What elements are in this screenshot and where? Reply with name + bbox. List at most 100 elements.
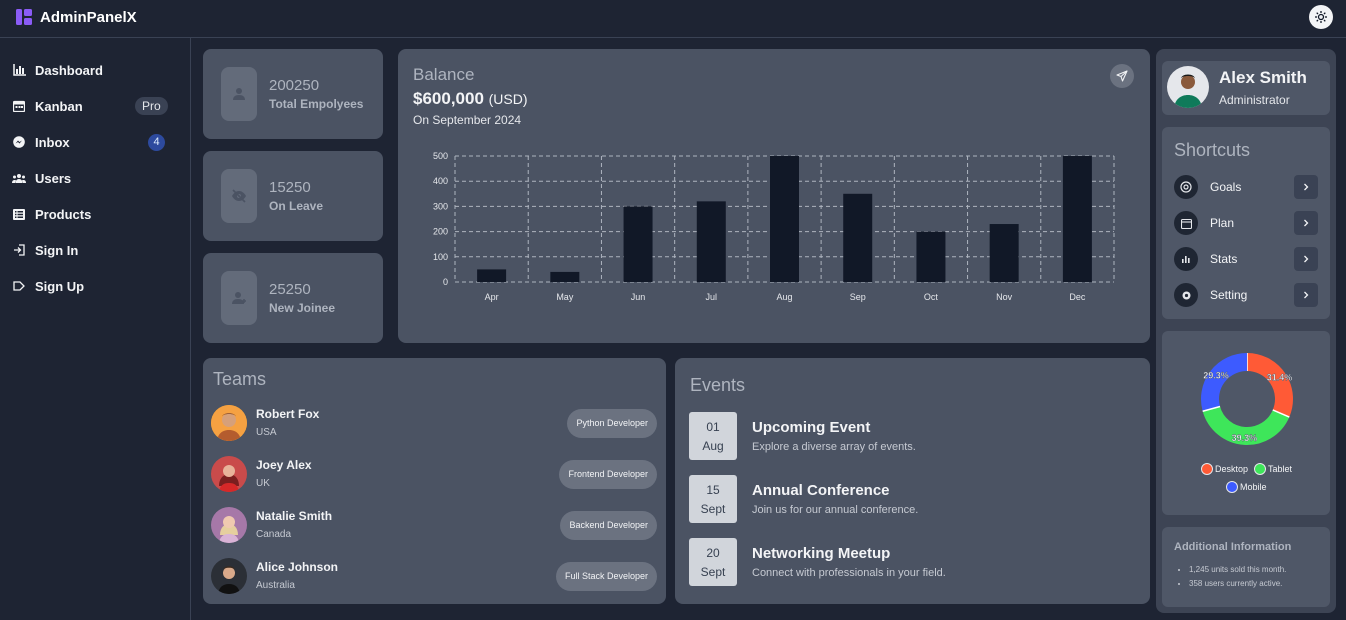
legend-dot (1254, 463, 1266, 475)
sidebar-item-sign-in[interactable]: Sign In (12, 239, 172, 261)
team-member-row[interactable]: Robert Fox USA Python Developer (211, 405, 657, 445)
role-pill[interactable]: Frontend Developer (559, 460, 657, 489)
x-tick-label: Jun (631, 292, 646, 302)
events-card: Events 01 Aug Upcoming Event Explore a d… (675, 358, 1150, 604)
bar-nov[interactable] (989, 224, 1019, 282)
event-item[interactable]: 01 Aug Upcoming Event Explore a diverse … (689, 412, 1129, 462)
pro-badge: Pro (135, 97, 168, 115)
bar-aug[interactable] (770, 156, 799, 282)
event-title: Networking Meetup (752, 545, 891, 562)
chevron-right-icon[interactable] (1294, 211, 1318, 235)
team-member-row[interactable]: Natalie Smith Canada Backend Developer (211, 507, 657, 547)
x-tick-label: Jul (706, 292, 718, 302)
sidebar-item-inbox[interactable]: Inbox 4 (12, 131, 172, 153)
role-pill[interactable]: Full Stack Developer (555, 562, 657, 591)
event-title: Annual Conference (752, 482, 890, 499)
sidebar-item-label: Sign In (35, 242, 79, 258)
event-item[interactable]: 20 Sept Networking Meetup Connect with p… (689, 538, 1129, 588)
chevron-right-icon[interactable] (1294, 175, 1318, 199)
info-title: Additional Information (1174, 541, 1292, 553)
team-member-location: UK (256, 478, 270, 489)
device-donut-card: 31.4% 39.3% 29.3% Desktop Tablet Mobile (1162, 331, 1330, 515)
bar-sep[interactable] (843, 193, 873, 282)
calendar-icon (1174, 211, 1198, 235)
event-day: 20 (706, 546, 720, 560)
stat-card-new-joinee: 25250 New Joinee (203, 253, 383, 343)
messenger-icon (12, 135, 26, 149)
sidebar-item-sign-up[interactable]: Sign Up (12, 275, 172, 297)
y-tick-label: 200 (433, 227, 448, 237)
info-list: 1,245 units sold this month. 358 users c… (1189, 563, 1286, 591)
x-tick-label: May (556, 292, 574, 302)
team-member-row[interactable]: Joey Alex UK Frontend Developer (211, 456, 657, 496)
legend-tablet: Tablet (1254, 463, 1292, 475)
bar-jul[interactable] (696, 201, 726, 282)
shortcut-label: Goals (1210, 180, 1242, 194)
event-month: Sept (700, 502, 726, 516)
team-member-location: USA (256, 427, 277, 438)
shortcut-label: Stats (1210, 252, 1238, 266)
event-description: Join us for our annual conference. (752, 504, 919, 516)
x-tick-label: Apr (485, 292, 499, 302)
avatar (211, 405, 247, 441)
event-item[interactable]: 15 Sept Annual Conference Join us for ou… (689, 475, 1129, 525)
bar-may[interactable] (550, 271, 580, 282)
y-tick-label: 300 (433, 201, 448, 211)
legend-desktop: Desktop (1201, 463, 1248, 475)
avatar (211, 507, 247, 543)
avatar (211, 558, 247, 594)
teams-title: Teams (213, 369, 267, 389)
stat-card-on-leave: 15250 On Leave (203, 151, 383, 241)
x-tick-label: Oct (924, 292, 939, 302)
sidebar-item-kanban[interactable]: Kanban Pro (12, 95, 172, 117)
additional-info-card: Additional Information 1,245 units sold … (1162, 527, 1330, 607)
role-pill[interactable]: Backend Developer (560, 511, 657, 540)
sidebar-item-products[interactable]: Products (12, 203, 172, 225)
chevron-right-icon[interactable] (1294, 283, 1318, 307)
balance-bar-chart: 0 100 200 300 400 500 Apr May Jun Jul Aug Sep Oct Nov… (433, 151, 1115, 302)
shortcuts-title: Shortcuts (1174, 140, 1251, 160)
stat-label: On Leave (269, 199, 324, 213)
donut-slice-mobile[interactable] (1201, 353, 1248, 412)
bar-apr[interactable] (477, 269, 507, 282)
role-pill[interactable]: Python Developer (567, 409, 657, 438)
x-tick-label: Aug (776, 292, 792, 302)
profile-card[interactable]: Alex Smith Administrator (1162, 61, 1330, 115)
legend-dot (1226, 481, 1238, 493)
sidebar-item-label: Users (35, 170, 72, 186)
sidebar-item-users[interactable]: Users (12, 167, 172, 189)
event-day: 15 (706, 483, 720, 497)
profile-avatar (1167, 66, 1209, 108)
x-tick-label: Nov (996, 292, 1013, 302)
shortcut-setting[interactable]: Setting (1174, 283, 1318, 307)
team-member-row[interactable]: Alice Johnson Australia Full Stack Devel… (211, 558, 657, 598)
donut-label: 29.3% (1203, 370, 1229, 380)
bar-dec[interactable] (1062, 156, 1092, 282)
donut-slice-desktop[interactable] (1246, 353, 1293, 417)
y-tick-label: 100 (433, 252, 448, 262)
sun-icon (1315, 11, 1327, 23)
bar-jun[interactable] (623, 206, 653, 282)
shortcut-goals[interactable]: Goals (1174, 175, 1318, 199)
brand-name[interactable]: AdminPanelX (40, 9, 137, 26)
theme-toggle-button[interactable] (1309, 5, 1333, 29)
list-icon (12, 207, 26, 221)
sidebar-item-label: Products (35, 206, 92, 222)
event-month: Sept (700, 565, 726, 579)
teams-card: Teams Robert Fox USA Python Developer Jo… (203, 358, 666, 604)
shortcut-stats[interactable]: Stats (1174, 247, 1318, 271)
gear-icon (1174, 283, 1198, 307)
event-day: 01 (706, 420, 720, 434)
shortcuts-card: Shortcuts Goals Plan Stats Setting (1162, 127, 1330, 319)
chevron-right-icon[interactable] (1294, 247, 1318, 271)
stat-value: 25250 (269, 281, 311, 298)
stat-value: 200250 (269, 77, 320, 94)
sidebar-item-dashboard[interactable]: Dashboard (12, 59, 172, 81)
event-date: 01 Aug (689, 412, 737, 460)
donut-label: 31.4% (1267, 372, 1293, 382)
users-icon (12, 171, 26, 185)
legend-mobile: Mobile (1226, 481, 1267, 493)
shortcut-plan[interactable]: Plan (1174, 211, 1318, 235)
shortcut-label: Plan (1210, 216, 1235, 230)
bar-oct[interactable] (916, 231, 946, 282)
